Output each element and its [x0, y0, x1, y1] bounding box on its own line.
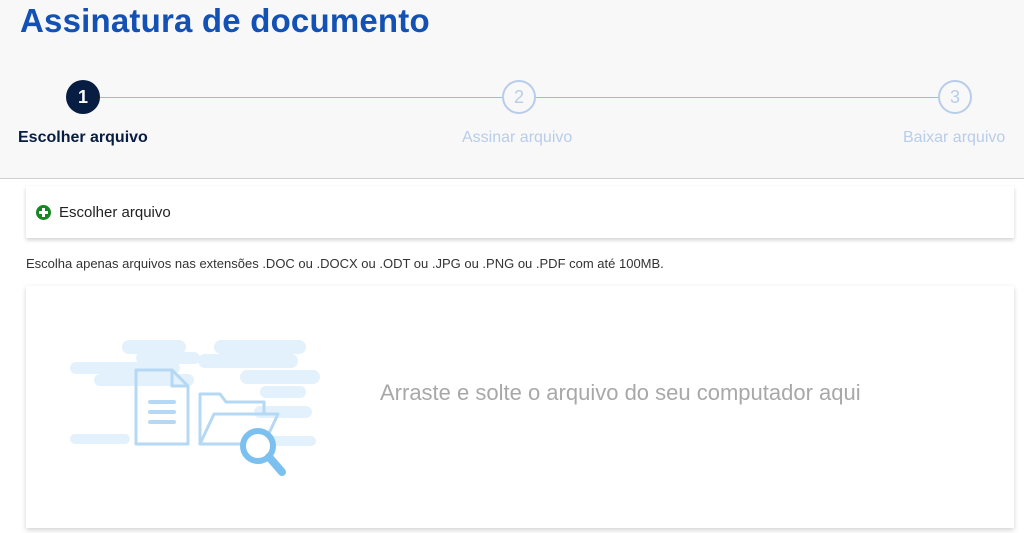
file-dropzone[interactable]: Arraste e solte o arquivo do seu computa…	[26, 286, 1014, 528]
step-3-circle[interactable]: 3	[938, 80, 972, 114]
choose-file-label: Escolher arquivo	[59, 203, 171, 221]
plus-circle-icon	[36, 204, 51, 220]
file-extensions-hint: Escolha apenas arquivos nas extensões .D…	[26, 256, 664, 271]
page-header: Assinatura de documento 1 2 3 Escolher a…	[0, 0, 1024, 179]
step-3-label: Baixar arquivo	[903, 129, 1006, 146]
step-connector-2-3	[536, 97, 938, 98]
step-1-circle[interactable]: 1	[66, 80, 100, 114]
step-connector-1-2	[100, 97, 502, 98]
page-title: Assinatura de documento	[20, 2, 430, 39]
step-2-label: Assinar arquivo	[462, 129, 573, 146]
choose-file-button[interactable]: Escolher arquivo	[26, 186, 1014, 238]
step-2-circle[interactable]: 2	[502, 80, 536, 114]
step-1-label: Escolher arquivo	[18, 129, 148, 146]
file-folder-search-illustration	[70, 340, 320, 476]
dropzone-instruction: Arraste e solte o arquivo do seu computa…	[380, 380, 861, 405]
